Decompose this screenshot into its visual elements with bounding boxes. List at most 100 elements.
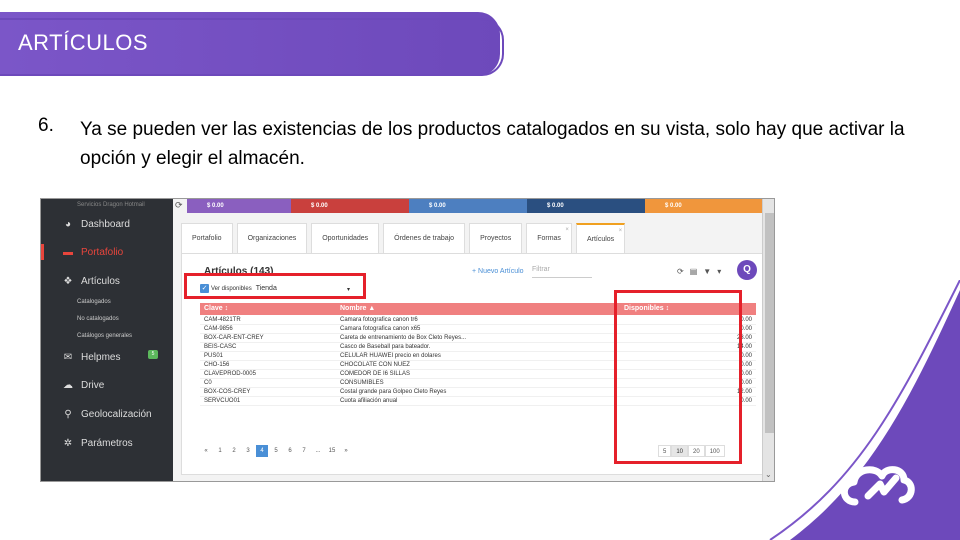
page-button[interactable]: 2 [228,445,240,457]
tab-proyectos[interactable]: Proyectos [469,223,523,253]
filter-input[interactable]: Filtrar [532,266,592,278]
tab-articulos[interactable]: Artículos × [575,223,626,253]
cell-nombre: CHOCOLATE CON NUEZ [340,362,410,368]
sidebar-item-articulos[interactable]: ❖ Artículos [41,276,173,287]
step-number: 6. [38,115,54,136]
page-button[interactable]: 5 [270,445,282,457]
slide: ARTÍCULOS 6. Ya se pueden ver las existe… [0,0,960,540]
column-header-nombre[interactable]: Nombre ▲ [340,305,375,312]
brand-name: Servicios Dragon Hotmail [77,202,145,208]
sidebar-item-portafolio[interactable]: ▬ Portafolio [41,244,173,260]
cell-disponibles: 0.00 [740,362,752,368]
column-header-clave[interactable]: Clave ↕ [204,305,228,312]
kpi-tile: $ 0.00 [409,199,527,213]
cell-nombre: COMEDOR DE I6 SILLAS [340,371,411,377]
page-button[interactable]: » [340,445,352,457]
chevron-down-icon[interactable]: ▾ [717,267,727,276]
cell-disponibles: 0.00 [740,380,752,386]
cell-disponibles: 0.00 [740,371,752,377]
cell-clave: CAM-9856 [204,326,233,332]
page-button[interactable]: 4 [256,445,268,457]
close-icon[interactable]: × [565,215,569,245]
page-button[interactable]: 15 [326,445,338,457]
export-icon[interactable]: ▤ [690,267,704,276]
page-button[interactable]: ... [312,445,324,457]
kpi-tile: $ 0.00 [645,199,762,213]
sidebar-item-label: Dashboard [81,219,130,230]
tab-organizaciones[interactable]: Organizaciones [236,223,308,253]
tab-ordenes-de-trabajo[interactable]: Órdenes de trabajo [383,223,466,253]
close-icon[interactable]: × [619,216,623,246]
tab-formas[interactable]: Formas × [526,223,572,253]
gear-icon: ✲ [63,438,73,449]
sidebar-item-dashboard[interactable]: ◕ Dashboard [41,219,173,230]
sidebar-item-label: Parámetros [81,438,133,449]
cell-nombre: Casco de Baseball para bateador. [340,344,431,350]
page-button[interactable]: 6 [284,445,296,457]
new-article-link[interactable]: + Nuevo Artículo [472,268,524,275]
page-button[interactable]: « [200,445,212,457]
cell-nombre: Cuota afiliación anual [340,398,398,404]
cell-clave: BOX-COS-CREY [204,389,251,395]
dashboard-icon: ◕ [64,219,72,230]
subitem-no-catalogados[interactable]: No catalogados [77,316,119,322]
helpmes-badge: 5 [148,350,158,359]
subitem-catalogados[interactable]: Catalogados [77,299,111,305]
pagination: «1 2 3 4 5 6 7... 15» [200,445,354,457]
tab-portafolio[interactable]: Portafolio [181,223,233,253]
cell-disponibles: 0.00 [740,353,752,359]
tab-oportunidades[interactable]: Oportunidades [311,223,380,253]
page-button[interactable]: 3 [242,445,254,457]
cell-clave: SERVCUO01 [204,398,241,404]
slide-title: ARTÍCULOS [18,30,149,55]
highlight-box-disponibles [614,290,742,464]
page-button[interactable]: 1 [214,445,226,457]
page-button[interactable]: 7 [298,445,310,457]
highlight-box-toggle [184,273,366,299]
kpi-tile: $ 0.00 [527,199,645,213]
kpi-tile: $ 0.00 [187,199,291,213]
sidebar-item-label: Geolocalización [81,409,152,420]
refresh-icon[interactable]: ⟳ [175,200,183,211]
avatar[interactable]: Q [737,260,757,280]
cell-disponibles: 0.00 [740,317,752,323]
chat-icon: ✉ [63,352,73,363]
kpi-tile: $ 0.00 [291,199,409,213]
cell-nombre: Camara fotografica canon tr6 [340,317,418,323]
sidebar-item-geolocalizacion[interactable]: ⚲ Geolocalización [41,409,173,420]
cloud-icon: ☁ [63,380,73,391]
tab-label: Artículos [586,236,615,243]
step-text: Ya se pueden ver las existencias de los … [80,119,905,169]
cell-nombre: CELULAR HUAWEI precio en dolares [340,353,441,359]
toolbar-icons: ⟳▤▼▾ [677,267,727,276]
sidebar-item-parametros[interactable]: ✲ Parámetros [41,438,173,449]
refresh-icon[interactable]: ⟳ [677,267,690,276]
cell-clave: C0 [204,380,212,386]
cell-nombre: CONSUMIBLES [340,380,384,386]
chevron-down-icon[interactable]: ⌄ [765,470,772,479]
filter-icon[interactable]: ▼ [703,267,717,276]
subitem-catalogos-generales[interactable]: Catálogos generales [77,333,132,339]
cell-nombre: Camara fotografica canon x65 [340,326,421,332]
cell-clave: CHO-156 [204,362,230,368]
map-marker-icon: ⚲ [64,409,72,420]
scrollbar[interactable]: ⌄ [762,199,774,481]
brand-decoration [769,280,960,540]
sidebar-item-label: Drive [81,380,105,391]
briefcase-icon: ▬ [63,247,73,258]
cell-disponibles: 0.00 [740,326,752,332]
active-indicator [41,244,44,260]
scrollbar-thumb[interactable] [765,213,774,433]
cell-nombre: Careta de entrenamiento de Box Cleto Rey… [340,335,467,341]
cell-clave: BEIS-CASC [204,344,237,350]
sidebar-item-label: Artículos [81,276,120,287]
sidebar-item-label: Helpmes [81,352,121,363]
sidebar: Servicios Dragon Hotmail ◕ Dashboard ▬ P… [41,199,173,481]
cell-nombre: Costal grande para Golpeo Cleto Reyes [340,389,447,395]
cell-clave: CAM-4821TR [204,317,241,323]
cell-disponibles: 0.00 [740,398,752,404]
cell-clave: BOX-CAR-ENT-CREY [204,335,264,341]
tab-label: Formas [537,235,561,242]
sidebar-item-drive[interactable]: ☁ Drive [41,380,173,391]
purple-wave-shape [790,290,960,540]
